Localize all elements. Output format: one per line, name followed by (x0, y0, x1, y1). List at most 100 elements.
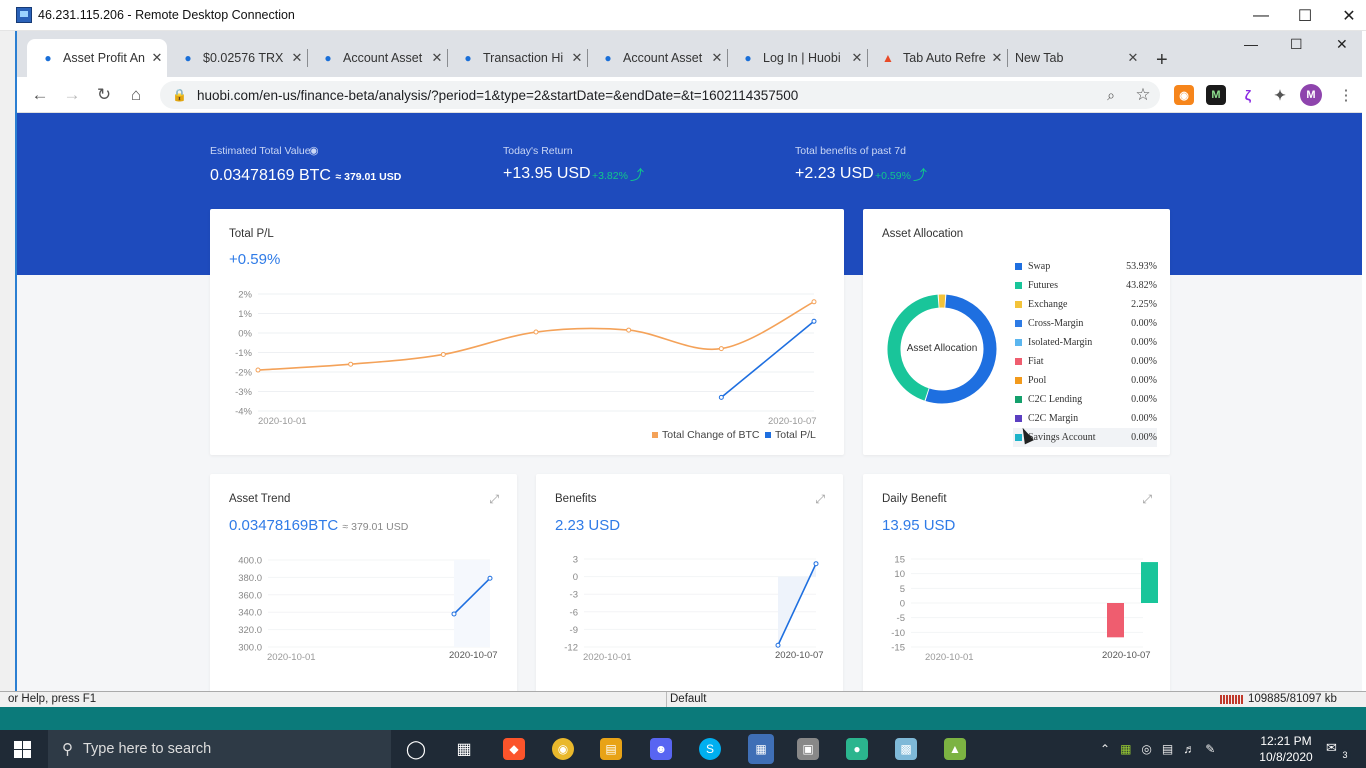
taskbar-search[interactable]: ⚲ Type here to search (48, 730, 391, 768)
notification-count: 3 (1339, 749, 1351, 761)
bookmark-star-icon[interactable]: ☆ (1130, 82, 1156, 108)
discord-icon[interactable]: ☻ (650, 738, 672, 760)
tab-label: $0.02576 TRX (203, 51, 284, 65)
purple-extension-icon[interactable]: ζ (1238, 85, 1258, 105)
network-icon[interactable]: ▤ (1162, 742, 1173, 756)
game-app-icon[interactable]: ● (846, 738, 868, 760)
tab-transaction-history[interactable]: ● Transaction Hi ✕ (447, 39, 588, 77)
clock-time: 12:21 PM (1260, 734, 1312, 748)
task-view-icon[interactable]: ▦ (453, 738, 475, 760)
eye-icon[interactable]: ◉ (309, 144, 319, 157)
y-tick-label: -3% (235, 387, 252, 398)
tab-login[interactable]: ● Log In | Huobi ✕ (727, 39, 868, 77)
home-icon[interactable]: ⌂ (123, 82, 149, 108)
y-tick-label: 0 (573, 572, 578, 583)
start-tile (14, 750, 22, 758)
notification-icon[interactable]: ✉ (1326, 740, 1337, 756)
notepad-icon[interactable]: ▩ (895, 738, 917, 760)
legend-pl-label[interactable]: Total P/L (775, 429, 816, 441)
help-text: or Help, press F1 (8, 693, 97, 705)
profile-avatar[interactable]: M (1300, 84, 1322, 106)
tab-asset-profit[interactable]: ● Asset Profit An ✕ (27, 39, 167, 77)
data-point (811, 299, 817, 305)
x-axis-end-label: 2020-10-07 (768, 416, 817, 427)
tab-label: Account Asset (343, 51, 423, 65)
close-icon[interactable]: ✕ (987, 50, 1007, 66)
microphone-icon[interactable]: ◎ (1141, 742, 1151, 756)
browser-close-button[interactable]: ✕ (1336, 36, 1348, 53)
rdp-maximize-button[interactable]: ☐ (1282, 0, 1328, 31)
close-icon[interactable]: ✕ (147, 50, 167, 66)
close-icon[interactable]: ✕ (847, 50, 867, 66)
m-extension-icon[interactable]: M (1206, 85, 1226, 105)
tab-account-asset[interactable]: ● Account Asset ✕ (307, 39, 448, 77)
rdp-close-button[interactable]: ✕ (1326, 0, 1366, 31)
allocation-legend-item[interactable]: C2C Margin 0.00% (1013, 409, 1157, 428)
app-icon[interactable]: ▣ (797, 738, 819, 760)
close-icon[interactable]: ✕ (1123, 50, 1143, 66)
close-icon[interactable]: ✕ (427, 50, 447, 66)
tab-new-tab[interactable]: New Tab ✕ (1007, 39, 1143, 77)
y-tick-label: 0 (900, 599, 905, 610)
y-tick-label: 380.0 (238, 573, 262, 584)
browser-maximize-button[interactable]: ☐ (1290, 36, 1303, 53)
reload-icon[interactable]: ↻ (91, 82, 117, 108)
legend-btc-label[interactable]: Total Change of BTC (662, 429, 759, 441)
cortana-icon[interactable]: ◯ (405, 738, 427, 760)
data-point (487, 575, 493, 581)
allocation-name: Savings Account (1028, 432, 1096, 443)
tab-label: Account Asset (623, 51, 703, 65)
windows-start-icon[interactable] (14, 741, 31, 758)
tab-auto-refresh[interactable]: ▲ Tab Auto Refre ✕ (867, 39, 1008, 77)
allocation-legend-item[interactable]: Futures 43.82% (1013, 276, 1157, 295)
skype-icon[interactable]: S (699, 738, 721, 760)
allocation-name: C2C Margin (1028, 413, 1079, 424)
volume-icon[interactable]: ♬ (1183, 742, 1195, 756)
y-tick-label: -9 (570, 625, 578, 636)
close-icon[interactable]: ✕ (707, 50, 727, 66)
allocation-percent: 0.00% (1131, 432, 1157, 443)
allocation-name: Pool (1028, 375, 1047, 386)
forward-icon[interactable]: → (59, 82, 85, 108)
pen-icon[interactable]: ✎ (1205, 742, 1215, 756)
clock[interactable]: 12:21 PM 10/8/2020 (1256, 733, 1316, 765)
allocation-legend-item[interactable]: Isolated-Margin 0.00% (1013, 333, 1157, 352)
today-return-value: +13.95 USD (503, 165, 591, 182)
brave-icon[interactable]: ◆ (503, 738, 525, 760)
extensions-puzzle-icon[interactable]: ✦ (1270, 85, 1290, 105)
close-icon[interactable]: ✕ (287, 50, 307, 66)
metamask-icon[interactable]: ◉ (1174, 85, 1194, 105)
allocation-legend-item[interactable]: Fiat 0.00% (1013, 352, 1157, 371)
bar (1107, 603, 1124, 638)
remote-desktop-taskbar-icon[interactable]: ▦ (748, 734, 774, 764)
back-icon[interactable]: ← (27, 82, 53, 108)
search-icon: ⚲ (62, 741, 73, 758)
huobi-favicon-icon: ● (744, 51, 752, 65)
y-tick-label: 320.0 (238, 625, 262, 636)
browser-minimize-button[interactable]: — (1244, 36, 1258, 52)
legend-swatch (1015, 320, 1022, 327)
rdp-minimize-button[interactable]: — (1238, 0, 1284, 31)
allocation-legend-item[interactable]: C2C Lending 0.00% (1013, 390, 1157, 409)
android-app-icon[interactable]: ▲ (944, 738, 966, 760)
allocation-legend-item[interactable]: Savings Account 0.00% (1013, 428, 1157, 447)
chrome-icon[interactable]: ◉ (552, 738, 574, 760)
week-benefit-value: +2.23 USD (795, 165, 874, 182)
tray-app-icon[interactable]: ▦ (1120, 742, 1131, 756)
tab-account-asset-2[interactable]: ● Account Asset ✕ (587, 39, 728, 77)
start-tile (23, 750, 31, 758)
allocation-legend-item[interactable]: Cross-Margin 0.00% (1013, 314, 1157, 333)
allocation-legend-item[interactable]: Exchange 2.25% (1013, 295, 1157, 314)
file-explorer-icon[interactable]: ▤ (600, 738, 622, 760)
chevron-up-icon[interactable]: ⌃ (1100, 742, 1110, 756)
x-axis-start-label: 2020-10-01 (925, 652, 974, 663)
tab-trx[interactable]: ● $0.02576 TRX ✕ (167, 39, 308, 77)
new-tab-button[interactable]: + (1156, 49, 1168, 72)
allocation-legend-item[interactable]: Swap 53.93% (1013, 257, 1157, 276)
zoom-icon[interactable]: ⌕ (1098, 82, 1124, 108)
allocation-legend-item[interactable]: Pool 0.00% (1013, 371, 1157, 390)
menu-kebab-icon[interactable]: ⋮ (1333, 82, 1359, 108)
allocation-percent: 43.82% (1126, 280, 1157, 291)
address-bar[interactable]: 🔒 huobi.com/en-us/finance-beta/analysis/… (160, 81, 1160, 109)
close-icon[interactable]: ✕ (567, 50, 587, 66)
